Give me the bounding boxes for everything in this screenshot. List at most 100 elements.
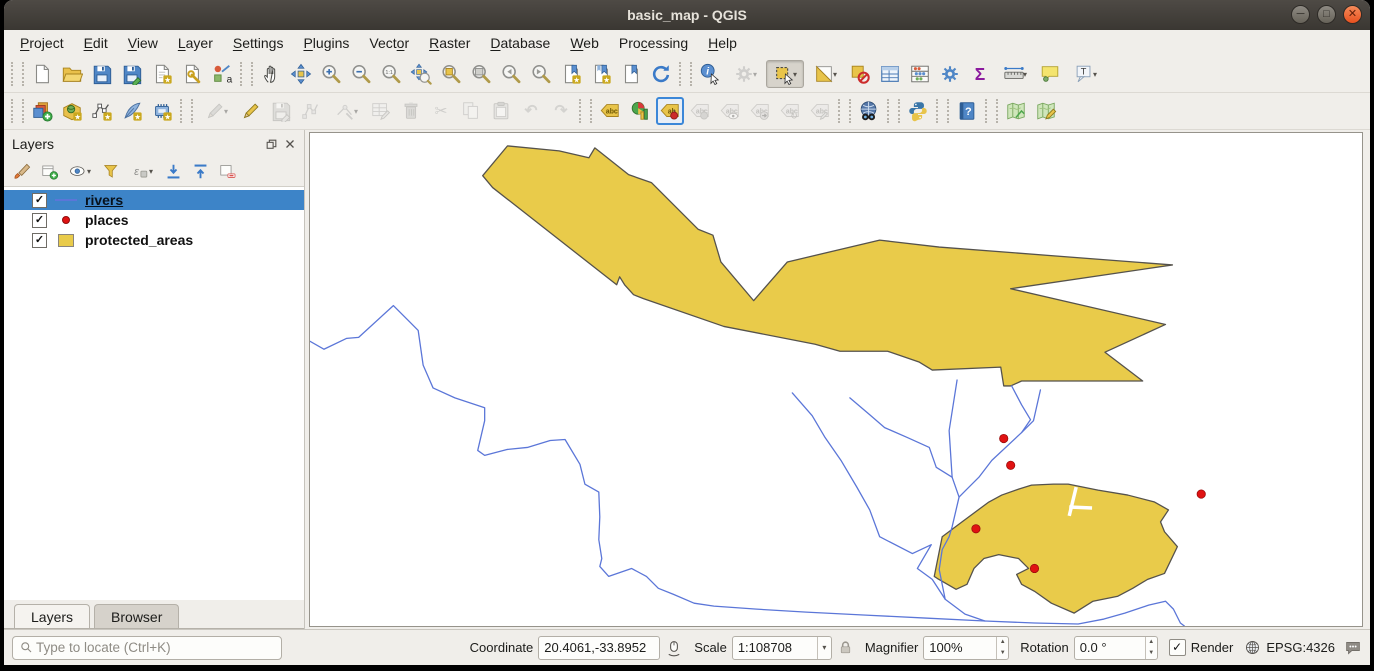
cut-features-button[interactable]: ✂ (427, 97, 455, 125)
filter-by-expression-button[interactable]: ε▾ (126, 160, 158, 184)
metasearch-button[interactable] (855, 97, 883, 125)
plugin-map-editing-button[interactable] (1032, 97, 1060, 125)
zoom-to-layer-button[interactable] (467, 60, 495, 88)
save-layer-edits-button[interactable] (267, 97, 295, 125)
highlight-pinned-labels-button[interactable]: abc (686, 97, 714, 125)
remove-layer-button[interactable] (215, 160, 239, 184)
zoom-next-button[interactable] (527, 60, 555, 88)
dropdown-arrow-icon[interactable]: ▾ (1093, 70, 1097, 79)
menu-edit[interactable]: Edit (74, 32, 118, 54)
modify-attributes-selected-button[interactable] (367, 97, 395, 125)
menu-settings[interactable]: Settings (223, 32, 294, 54)
dropdown-arrow-icon[interactable]: ▾ (833, 70, 837, 79)
dropdown-arrow-icon[interactable]: ▾ (793, 70, 797, 79)
render-checkbox[interactable]: ✓ (1169, 639, 1186, 656)
new-temporary-scratch-layer-button[interactable]: ★ (148, 97, 176, 125)
map-canvas[interactable] (309, 132, 1363, 627)
layer-item-protected_areas[interactable]: ✓protected_areas (4, 230, 304, 250)
zoom-to-selection-button[interactable] (437, 60, 465, 88)
measure-line-button[interactable]: ▾ (996, 60, 1034, 88)
menu-layer[interactable]: Layer (168, 32, 223, 54)
current-edits-button[interactable]: ▾ (197, 97, 235, 125)
show-spatial-bookmarks-button[interactable]: ★ (587, 60, 615, 88)
new-print-layout-button[interactable]: ★ (148, 60, 176, 88)
toggle-editing-button[interactable] (237, 97, 265, 125)
menu-database[interactable]: Database (480, 32, 560, 54)
plugin-grass-tools-button[interactable] (1002, 97, 1030, 125)
layer-visibility-checkbox[interactable]: ✓ (32, 213, 47, 228)
close-button[interactable]: ✕ (1343, 5, 1362, 24)
expand-all-button[interactable] (161, 160, 185, 184)
save-project-as-button[interactable] (118, 60, 146, 88)
locator-input[interactable] (34, 639, 275, 656)
menu-processing[interactable]: Processing (609, 32, 698, 54)
select-features-by-value-button[interactable]: ▾ (806, 60, 844, 88)
mouse-position-toggle-icon[interactable] (665, 639, 683, 657)
new-geopackage-layer-button[interactable]: ★ (58, 97, 86, 125)
show-layout-manager-button[interactable] (178, 60, 206, 88)
manage-map-themes-button[interactable]: ▾ (64, 160, 96, 184)
processing-toolbox-button[interactable] (936, 60, 964, 88)
refresh-map-button[interactable] (647, 60, 675, 88)
magnifier-spin-icons[interactable]: ▲▼ (996, 637, 1008, 659)
scale-lock-icon[interactable] (837, 639, 854, 656)
open-field-calculator-button[interactable] (906, 60, 934, 88)
dock-tab-layers[interactable]: Layers (14, 604, 90, 628)
change-label-button[interactable]: abc (806, 97, 834, 125)
menu-project[interactable]: Project (10, 32, 74, 54)
run-feature-action-button[interactable]: ▾ (726, 60, 764, 88)
pan-to-selection-button[interactable] (287, 60, 315, 88)
show-bookmark-manager-button[interactable] (617, 60, 645, 88)
crs-status[interactable]: EPSG:4326 (1266, 640, 1335, 655)
scale-dropdown-icon[interactable]: ▾ (817, 637, 831, 659)
scale-input[interactable] (733, 640, 817, 655)
zoom-native-button[interactable]: 1:1 (377, 60, 405, 88)
python-console-button[interactable] (904, 97, 932, 125)
collapse-all-button[interactable] (188, 160, 212, 184)
text-annotation-button[interactable]: T▾ (1066, 60, 1104, 88)
dropdown-arrow-icon[interactable]: ▾ (149, 167, 153, 176)
dropdown-arrow-icon[interactable]: ▾ (1023, 70, 1027, 79)
zoom-in-button[interactable] (317, 60, 345, 88)
help-contents-button[interactable]: ? (953, 97, 981, 125)
rotate-label-button[interactable]: abc↻ (776, 97, 804, 125)
zoom-full-extent-button[interactable] (407, 60, 435, 88)
dock-tab-browser[interactable]: Browser (94, 604, 179, 628)
show-map-tips-button[interactable] (1036, 60, 1064, 88)
add-group-button[interactable] (37, 160, 61, 184)
menu-raster[interactable]: Raster (419, 32, 480, 54)
dropdown-arrow-icon[interactable]: ▾ (354, 107, 358, 116)
menu-view[interactable]: View (118, 32, 168, 54)
deselect-features-all-layers-button[interactable] (846, 60, 874, 88)
layer-labeling-options-button[interactable]: abc (596, 97, 624, 125)
panel-float-icon[interactable] (263, 136, 279, 152)
rotation-input[interactable] (1075, 640, 1145, 655)
dropdown-arrow-icon[interactable]: ▾ (224, 107, 228, 116)
layer-visibility-checkbox[interactable]: ✓ (32, 233, 47, 248)
new-spatial-bookmark-button[interactable]: ★ (557, 60, 585, 88)
open-attribute-table-button[interactable] (876, 60, 904, 88)
coordinate-input[interactable] (539, 640, 659, 655)
new-virtual-layer-button[interactable]: ★ (118, 97, 146, 125)
save-project-button[interactable] (88, 60, 116, 88)
open-layer-styling-button[interactable] (10, 160, 34, 184)
add-feature-button[interactable] (297, 97, 325, 125)
panel-close-icon[interactable] (282, 136, 298, 152)
menu-plugins[interactable]: Plugins (293, 32, 359, 54)
show-statistical-summary-button[interactable]: Σ (966, 60, 994, 88)
move-label-button[interactable]: abc (746, 97, 774, 125)
delete-selected-button[interactable] (397, 97, 425, 125)
pan-map-button[interactable] (257, 60, 285, 88)
new-shapefile-layer-button[interactable]: ★ (88, 97, 116, 125)
identify-features-button[interactable]: i (696, 60, 724, 88)
vertex-tool-button[interactable]: ▾ (327, 97, 365, 125)
menu-web[interactable]: Web (560, 32, 609, 54)
filter-legend-button[interactable] (99, 160, 123, 184)
rotation-spin-icons[interactable]: ▲▼ (1145, 637, 1157, 659)
open-data-source-manager-button[interactable] (28, 97, 56, 125)
zoom-out-button[interactable] (347, 60, 375, 88)
layer-item-rivers[interactable]: ✓rivers (4, 190, 304, 210)
redo-button[interactable]: ↷ (547, 97, 575, 125)
open-project-button[interactable] (58, 60, 86, 88)
paste-features-button[interactable] (487, 97, 515, 125)
